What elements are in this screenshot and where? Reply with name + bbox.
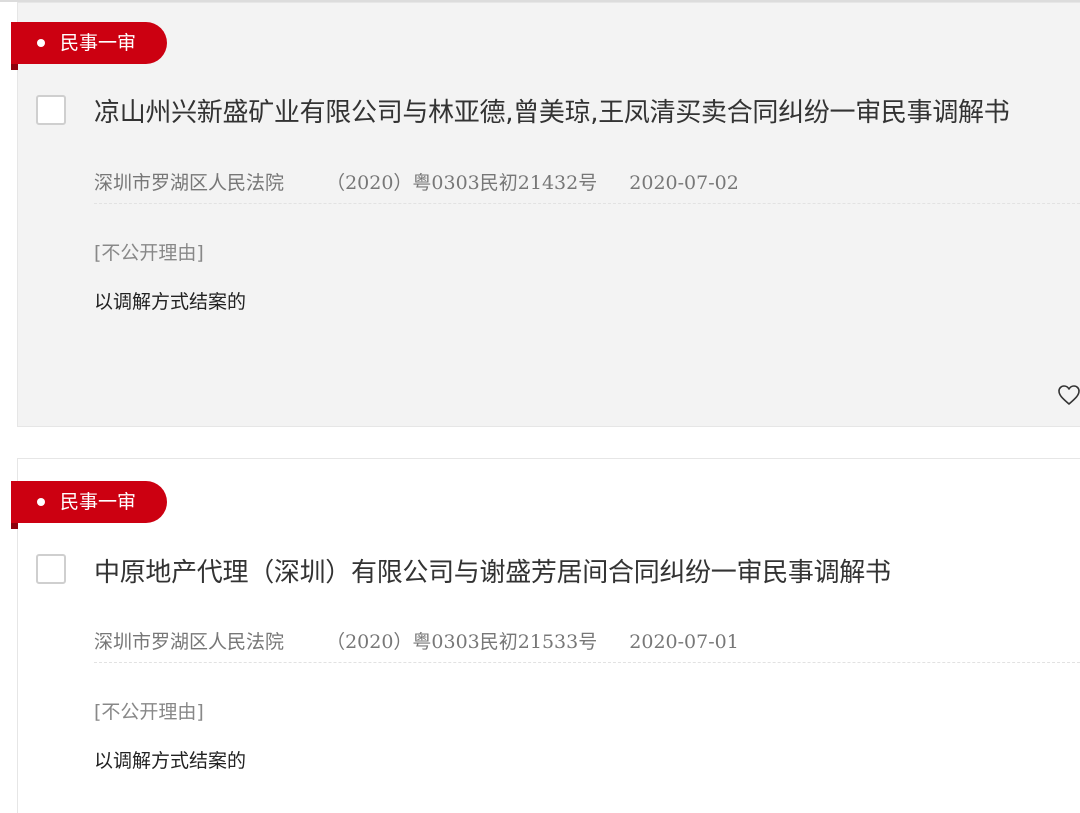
- court-name: 深圳市罗湖区人民法院: [94, 172, 285, 194]
- select-checkbox[interactable]: [36, 95, 66, 125]
- heart-outline-icon[interactable]: [1057, 384, 1080, 406]
- case-type-label: 民事一审: [60, 491, 137, 513]
- case-number: （2020）粤0303民初21533号: [326, 631, 598, 653]
- judgment-results-page: 民事一审 凉山州兴新盛矿业有限公司与林亚德,曾美琼,王凤清买卖合同纠纷一审民事调…: [0, 0, 1080, 813]
- case-type-label: 民事一审: [60, 32, 137, 54]
- judgment-date: 2020-07-01: [629, 631, 739, 653]
- dashed-divider: [94, 662, 1080, 663]
- judgment-title-link[interactable]: 中原地产代理（深圳）有限公司与谢盛芳居间合同纠纷一审民事调解书: [94, 552, 1066, 589]
- judgment-meta: 深圳市罗湖区人民法院 （2020）粤0303民初21533号 2020-07-0…: [94, 627, 739, 654]
- judgment-meta: 深圳市罗湖区人民法院 （2020）粤0303民初21432号 2020-07-0…: [94, 168, 739, 195]
- dashed-divider: [94, 203, 1080, 204]
- nondisclosure-reason-label: [不公开理由]: [94, 701, 204, 723]
- court-name: 深圳市罗湖区人民法院: [94, 631, 285, 653]
- dot-icon: [37, 498, 45, 506]
- dot-icon: [37, 39, 45, 47]
- nondisclosure-reason-text: 以调解方式结案的: [94, 291, 247, 313]
- case-type-badge: 民事一审: [11, 22, 167, 64]
- result-card-1[interactable]: [17, 2, 1080, 427]
- nondisclosure-reason-label: [不公开理由]: [94, 242, 204, 264]
- select-checkbox[interactable]: [36, 554, 66, 584]
- judgment-title-link[interactable]: 凉山州兴新盛矿业有限公司与林亚德,曾美琼,王凤清买卖合同纠纷一审民事调解书: [94, 92, 1066, 129]
- case-number: （2020）粤0303民初21432号: [326, 172, 598, 194]
- judgment-date: 2020-07-02: [629, 172, 739, 194]
- case-type-badge: 民事一审: [11, 481, 167, 523]
- nondisclosure-reason-text: 以调解方式结案的: [94, 750, 247, 772]
